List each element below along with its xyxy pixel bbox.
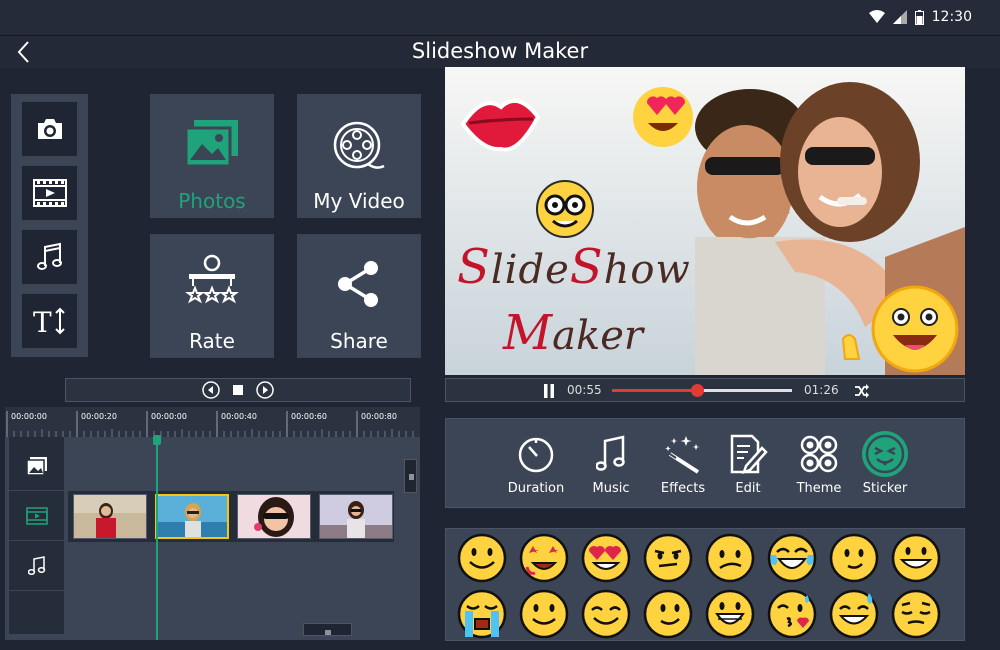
music-note-icon <box>576 433 646 475</box>
current-time: 00:55 <box>567 383 602 397</box>
rate-tile[interactable]: Rate <box>150 234 274 358</box>
title-cap: S <box>569 239 604 295</box>
preview-player-bar: 00:55 01:26 <box>445 378 965 402</box>
clip-thumbnail[interactable] <box>73 494 147 539</box>
time-ruler: 00:00:00 00:00:20 00:00:00 00:00:40 00:0… <box>5 407 420 437</box>
clip-thumbnail-selected[interactable] <box>155 494 229 539</box>
next-button[interactable] <box>256 381 274 399</box>
total-time: 01:26 <box>804 383 839 397</box>
side-smile-sticker[interactable] <box>643 589 693 639</box>
seek-progress <box>612 389 697 392</box>
text-button[interactable]: T <box>22 294 77 348</box>
image-track-button[interactable] <box>9 442 64 491</box>
sticker-tool[interactable]: Sticker <box>850 431 920 501</box>
seek-handle[interactable] <box>690 384 704 397</box>
heart-eyes-sticker[interactable] <box>581 533 631 583</box>
text-size-icon: T <box>33 306 65 336</box>
kiss-wink-sticker[interactable] <box>767 589 817 639</box>
editing-tools-panel: Duration Music Effects Edit Theme Sticke… <box>445 418 965 508</box>
vertical-scroll-handle[interactable] <box>404 459 417 493</box>
title-text: how <box>603 247 691 293</box>
rate-stars-icon <box>150 254 274 304</box>
title-cap: S <box>457 239 491 295</box>
star-struck-sticker[interactable] <box>519 533 569 583</box>
tears-of-joy-sticker[interactable] <box>767 533 817 583</box>
preview-title-line1: SlideShow <box>457 239 691 295</box>
pause-button[interactable] <box>542 383 556 399</box>
confused-face-sticker[interactable] <box>705 533 755 583</box>
slight-smile-sticker[interactable] <box>829 533 879 583</box>
video-track-icon <box>25 507 48 525</box>
sweat-grin-sticker[interactable] <box>829 589 879 639</box>
wifi-icon <box>868 10 885 23</box>
video-clip-track <box>68 491 394 542</box>
music-button[interactable] <box>22 230 77 284</box>
camera-icon <box>37 119 62 139</box>
photos-tile[interactable]: Photos <box>150 94 274 218</box>
smile-sticker[interactable] <box>457 533 507 583</box>
status-bar: 12:30 <box>0 0 1000 36</box>
title-text: lide <box>490 247 570 293</box>
title-cap: M <box>503 305 553 361</box>
battery-icon <box>914 9 924 25</box>
grin-sticker[interactable] <box>891 533 941 583</box>
pensive-sticker[interactable] <box>891 589 941 639</box>
preview-title-line2: Maker <box>503 305 643 361</box>
ruler-ticks <box>6 411 414 437</box>
sticker-label: Sticker <box>862 481 908 496</box>
camera-button[interactable] <box>22 102 77 156</box>
share-icon <box>297 260 421 308</box>
gallery-icon <box>150 120 274 166</box>
clip-thumbnail[interactable] <box>237 494 311 539</box>
sticker-face-icon <box>850 431 920 477</box>
timeline-playback-controls <box>65 378 411 402</box>
seek-bar[interactable] <box>612 384 792 397</box>
clip-thumbnail[interactable] <box>319 494 393 539</box>
svg-text:T: T <box>33 306 52 336</box>
shuffle-icon[interactable] <box>854 384 870 398</box>
video-film-icon <box>32 179 67 207</box>
title-text: aker <box>552 313 644 359</box>
film-reel-icon <box>297 120 421 174</box>
laughing-sticker[interactable] <box>705 589 755 639</box>
track-type-column <box>9 437 64 634</box>
blush-smile-sticker[interactable] <box>581 589 631 639</box>
horizontal-scroll-handle[interactable] <box>303 623 352 636</box>
status-time: 12:30 <box>931 9 972 25</box>
smile-sticker-2[interactable] <box>519 589 569 639</box>
media-type-panel: T <box>11 94 88 357</box>
share-label: Share <box>330 329 388 353</box>
app-bar: Slideshow Maker <box>0 36 1000 68</box>
duration-tool[interactable]: Duration <box>501 431 571 501</box>
rate-label: Rate <box>189 329 235 353</box>
photos-label: Photos <box>178 189 246 213</box>
video-track-button[interactable] <box>9 492 64 541</box>
previous-button[interactable] <box>202 381 220 399</box>
status-icons: 12:30 <box>868 9 972 25</box>
share-tile[interactable]: Share <box>297 234 421 358</box>
signal-icon <box>892 10 907 24</box>
sticker-picker <box>445 528 965 641</box>
playhead-line <box>156 435 158 640</box>
music-tool[interactable]: Music <box>576 431 646 501</box>
music-note-icon <box>36 242 62 270</box>
page-title: Slideshow Maker <box>411 39 589 63</box>
edit-pencil-icon <box>713 433 783 475</box>
video-preview[interactable]: SlideShow Maker <box>445 67 965 375</box>
neutral-face-sticker[interactable] <box>643 533 693 583</box>
my-video-label: My Video <box>313 189 405 213</box>
video-button[interactable] <box>22 166 77 220</box>
edit-tool[interactable]: Edit <box>713 431 783 501</box>
music-track-icon <box>27 556 45 576</box>
timer-icon <box>501 433 571 475</box>
timeline-panel: 00:00:00 00:00:20 00:00:00 00:00:40 00:0… <box>5 407 420 640</box>
image-track-icon <box>26 457 47 475</box>
magic-wand-icon <box>648 433 718 475</box>
theme-grid-icon <box>784 433 854 475</box>
music-track-button[interactable] <box>9 542 64 591</box>
stop-button[interactable] <box>232 384 244 396</box>
crying-sticker[interactable] <box>457 589 507 639</box>
my-video-tile[interactable]: My Video <box>297 94 421 218</box>
